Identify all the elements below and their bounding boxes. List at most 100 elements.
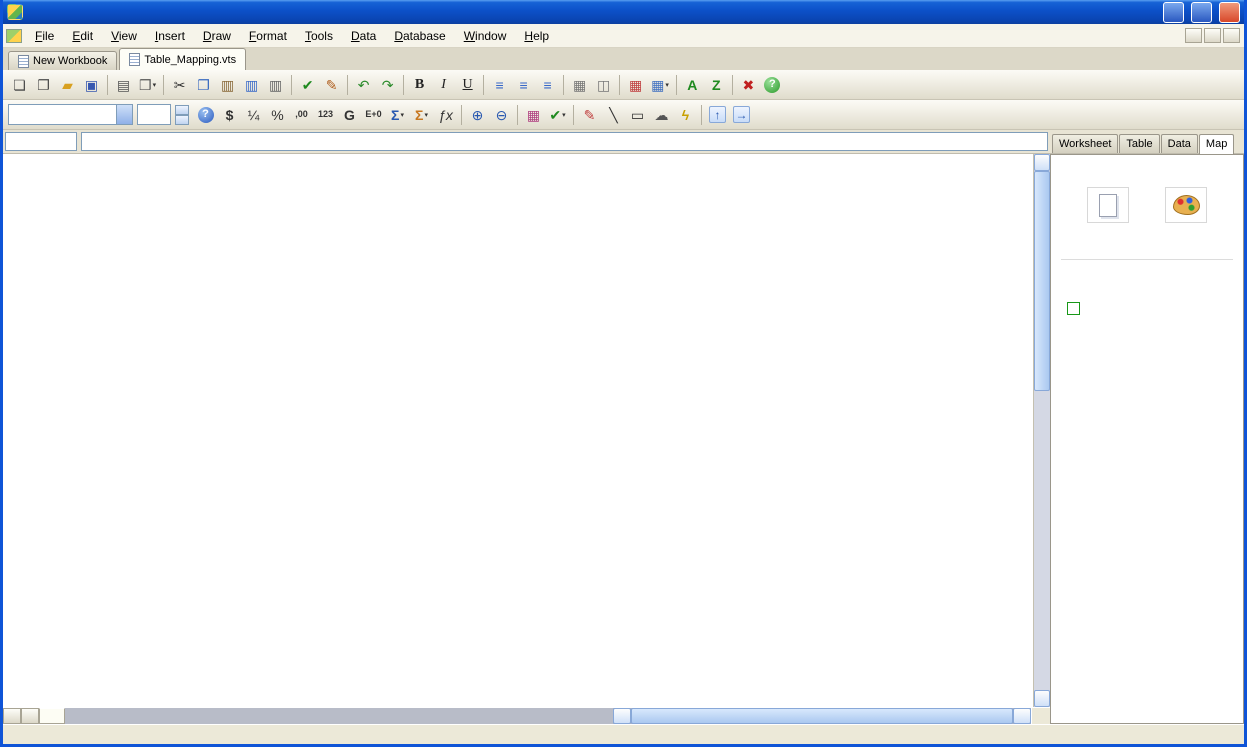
merge-cells-icon[interactable]: ◫ bbox=[592, 73, 615, 97]
minimize-button[interactable] bbox=[1163, 2, 1184, 23]
borders-icon[interactable]: ▦ bbox=[568, 73, 591, 97]
menu-edit[interactable]: Edit bbox=[63, 25, 102, 47]
menu-help[interactable]: Help bbox=[515, 25, 558, 47]
vertical-scroll-track[interactable] bbox=[1034, 391, 1050, 690]
sum-icon[interactable]: Σ▾ bbox=[386, 103, 409, 127]
first-sheet-icon[interactable] bbox=[3, 708, 21, 724]
number-format-icon[interactable]: 123 bbox=[314, 103, 337, 127]
duplicate-document-icon[interactable]: ❐ bbox=[32, 73, 55, 97]
doc-tab-table-mapping-vts[interactable]: Table_Mapping.vts bbox=[119, 48, 246, 70]
draw-pencil-icon[interactable]: ✎ bbox=[578, 103, 601, 127]
undo-icon[interactable]: ↶ bbox=[352, 73, 375, 97]
bold-icon[interactable]: B bbox=[408, 73, 431, 97]
panel-tab-table[interactable]: Table bbox=[1119, 134, 1159, 153]
menu-database[interactable]: Database bbox=[385, 25, 454, 47]
panel-tab-data[interactable]: Data bbox=[1161, 134, 1198, 153]
insert-table-icon[interactable]: ▦▾ bbox=[648, 73, 672, 97]
cell-reference-box[interactable] bbox=[5, 132, 77, 151]
chart-mapping-icon[interactable]: ▦ bbox=[522, 103, 545, 127]
menu-file[interactable]: File bbox=[26, 25, 63, 47]
menu-format[interactable]: Format bbox=[240, 25, 296, 47]
maximize-button[interactable] bbox=[1191, 2, 1212, 23]
move-right-icon[interactable]: → bbox=[730, 103, 753, 127]
doc-tab-new-workbook[interactable]: New Workbook bbox=[8, 51, 117, 70]
cut-icon[interactable]: ✂ bbox=[168, 73, 191, 97]
panel-tab-map[interactable]: Map bbox=[1199, 134, 1234, 154]
validate-icon[interactable]: ✔▾ bbox=[546, 103, 569, 127]
zoom-out-icon[interactable]: ⊖ bbox=[490, 103, 513, 127]
paste-glyph: ▥ bbox=[221, 78, 234, 92]
percent-format-icon[interactable]: % bbox=[266, 103, 289, 127]
align-right-icon[interactable]: ≡ bbox=[536, 73, 559, 97]
scroll-left-icon[interactable] bbox=[613, 708, 631, 724]
scroll-right-icon[interactable] bbox=[1013, 708, 1031, 724]
spell-check-icon[interactable]: ✔ bbox=[296, 73, 319, 97]
low-intensity-checkbox[interactable] bbox=[1067, 302, 1080, 315]
sort-descending-icon[interactable]: Z bbox=[705, 73, 728, 97]
undo-glyph: ↶ bbox=[358, 78, 370, 92]
copy-icon[interactable]: ❐ bbox=[192, 73, 215, 97]
scroll-down-icon[interactable] bbox=[1034, 690, 1050, 707]
menu-tools[interactable]: Tools bbox=[296, 25, 342, 47]
draw-rectangle-icon[interactable]: ▭ bbox=[626, 103, 649, 127]
spin-down-icon[interactable] bbox=[175, 115, 189, 125]
zoom-in-icon[interactable]: ⊕ bbox=[466, 103, 489, 127]
clipboard-icon[interactable]: ▥ bbox=[264, 73, 287, 97]
font-name-select[interactable] bbox=[8, 104, 133, 125]
last-sheet-icon[interactable] bbox=[21, 708, 39, 724]
underline-icon[interactable]: U bbox=[456, 73, 479, 97]
panel-tab-worksheet[interactable]: Worksheet bbox=[1052, 134, 1118, 153]
align-center-icon[interactable]: ≡ bbox=[512, 73, 535, 97]
draw-line-icon[interactable]: ╲ bbox=[602, 103, 625, 127]
menu-data[interactable]: Data bbox=[342, 25, 385, 47]
font-dropdown-icon[interactable] bbox=[116, 105, 132, 124]
save-icon[interactable]: ▣ bbox=[80, 73, 103, 97]
scroll-up-icon[interactable] bbox=[1034, 154, 1050, 171]
mdi-close-icon[interactable] bbox=[1223, 28, 1240, 43]
scientific-format-icon[interactable]: E+0 bbox=[362, 103, 385, 127]
print-preview-icon[interactable]: ❒▾ bbox=[136, 73, 159, 97]
vertical-scroll-thumb[interactable] bbox=[1034, 171, 1050, 391]
insert-chart-icon[interactable]: ▦ bbox=[624, 73, 647, 97]
autosum-icon[interactable]: Σ▾ bbox=[410, 103, 433, 127]
vertical-scrollbar[interactable] bbox=[1033, 154, 1050, 707]
spin-up-icon[interactable] bbox=[175, 105, 189, 115]
general-format-icon[interactable]: G bbox=[338, 103, 361, 127]
font-size-input[interactable] bbox=[137, 104, 171, 125]
colour-palette-button[interactable] bbox=[1165, 187, 1207, 223]
mdi-restore-icon[interactable] bbox=[1204, 28, 1221, 43]
italic-icon[interactable]: I bbox=[432, 73, 455, 97]
fraction-format-icon[interactable]: ¼ bbox=[242, 103, 265, 127]
mdi-minimize-icon[interactable] bbox=[1185, 28, 1202, 43]
new-mapping-button[interactable] bbox=[1087, 187, 1129, 223]
number-format-glyph: 123 bbox=[318, 110, 333, 119]
horizontal-scroll-thumb[interactable] bbox=[631, 708, 1013, 724]
insert-function-icon[interactable]: ƒx bbox=[434, 103, 457, 127]
new-document-icon[interactable]: ❏ bbox=[8, 73, 31, 97]
help-tip-icon[interactable]: ? bbox=[194, 103, 217, 127]
delete-icon[interactable]: ✖ bbox=[737, 73, 760, 97]
close-button[interactable] bbox=[1219, 2, 1240, 23]
paste-icon[interactable]: ▥ bbox=[216, 73, 239, 97]
horizontal-scroll-track[interactable] bbox=[65, 708, 613, 724]
redo-icon[interactable]: ↷ bbox=[376, 73, 399, 97]
formula-input[interactable] bbox=[81, 132, 1048, 151]
format-painter-icon[interactable]: ✎ bbox=[320, 73, 343, 97]
print-icon[interactable]: ▤ bbox=[112, 73, 135, 97]
currency-format-icon[interactable]: $ bbox=[218, 103, 241, 127]
horizontal-scrollbar[interactable] bbox=[65, 708, 1031, 724]
open-folder-icon[interactable]: ▰ bbox=[56, 73, 79, 97]
menu-insert[interactable]: Insert bbox=[146, 25, 194, 47]
align-left-icon[interactable]: ≡ bbox=[488, 73, 511, 97]
move-up-icon[interactable]: ↑ bbox=[706, 103, 729, 127]
sort-ascending-icon[interactable]: A bbox=[681, 73, 704, 97]
menu-window[interactable]: Window bbox=[455, 25, 516, 47]
menu-view[interactable]: View bbox=[102, 25, 146, 47]
paste-special-icon[interactable]: ▥ bbox=[240, 73, 263, 97]
thousands-format-icon[interactable]: ,00 bbox=[290, 103, 313, 127]
draw-lightning-icon[interactable]: ϟ bbox=[674, 103, 697, 127]
menu-draw[interactable]: Draw bbox=[194, 25, 240, 47]
sheet-tab[interactable] bbox=[39, 708, 65, 724]
help-icon[interactable]: ? bbox=[761, 73, 784, 97]
draw-callout-icon[interactable]: ☁ bbox=[650, 103, 673, 127]
